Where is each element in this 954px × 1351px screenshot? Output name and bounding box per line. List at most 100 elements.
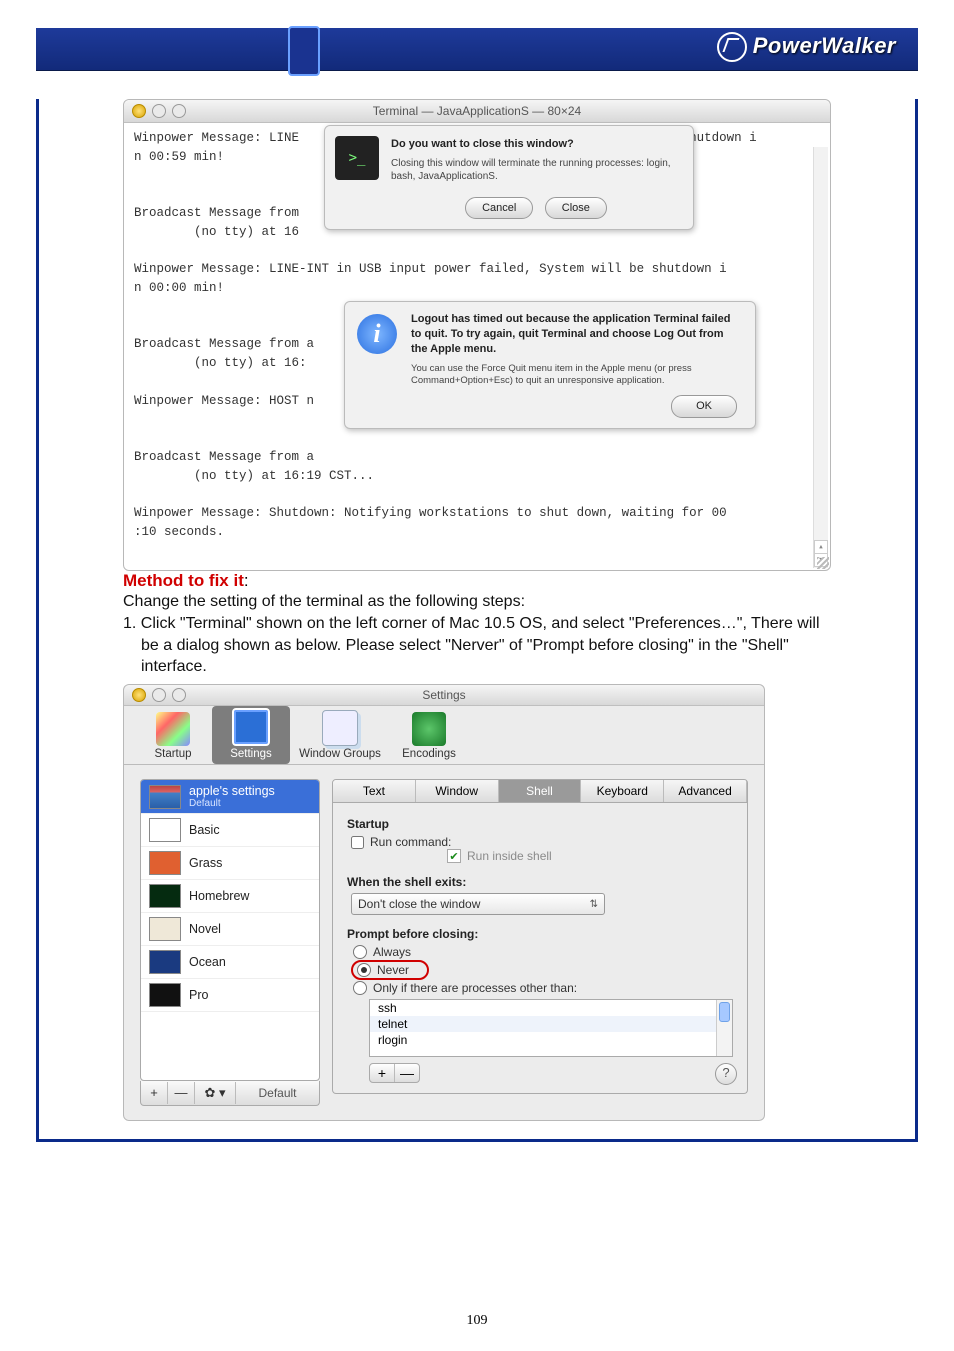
toolbar-startup[interactable]: Startup — [134, 710, 212, 764]
terminal-line: :10 seconds. — [134, 523, 820, 542]
startup-icon — [156, 712, 190, 746]
profile-label: Pro — [189, 988, 208, 1002]
fix-heading: Method to fix it: — [123, 571, 831, 591]
terminal-window: Terminal — JavaApplicationS — 80×24 ▴ ▾ … — [123, 99, 831, 571]
settings-window: Settings Startup Settings Window Groups … — [123, 684, 765, 1121]
close-dialog-title: Do you want to close this window? — [391, 136, 681, 153]
profile-item[interactable]: Novel — [141, 913, 319, 946]
powerwalker-icon — [717, 32, 747, 62]
profile-label: Novel — [189, 922, 221, 936]
terminal-scrollbar[interactable]: ▴ ▾ — [813, 147, 828, 568]
profiles-action-bar: + — ✿ ▾ Default — [140, 1081, 320, 1106]
close-window-dialog: >_ Do you want to close this window? Clo… — [324, 125, 694, 230]
terminal-line: n 00:00 min! — [134, 279, 820, 298]
profile-thumbnail-icon — [149, 917, 181, 941]
run-command-checkbox[interactable]: Run command: — [351, 835, 733, 849]
zoom-dot-icon[interactable] — [172, 688, 186, 702]
page-content: Terminal — JavaApplicationS — 80×24 ▴ ▾ … — [36, 99, 918, 1142]
settings-tabs: Text Window Shell Keyboard Advanced — [332, 779, 748, 803]
profile-thumbnail-icon — [149, 950, 181, 974]
window-groups-icon — [322, 710, 358, 746]
tab-keyboard[interactable]: Keyboard — [581, 780, 664, 802]
profile-label: Ocean — [189, 955, 226, 969]
profile-label: Grass — [189, 856, 222, 870]
close-dot-icon[interactable] — [132, 104, 146, 118]
terminal-line — [134, 429, 820, 448]
toolbar-encodings[interactable]: Encodings — [390, 710, 468, 764]
run-inside-shell-checkbox: ✔Run inside shell — [447, 849, 733, 863]
settings-title: Settings — [422, 688, 465, 702]
fix-intro: Change the setting of the terminal as th… — [123, 593, 831, 611]
profile-item[interactable]: Basic — [141, 814, 319, 847]
process-row[interactable]: rlogin — [370, 1032, 732, 1048]
close-button[interactable]: Close — [545, 197, 607, 220]
profile-thumbnail-icon — [149, 983, 181, 1007]
terminal-line — [134, 542, 820, 561]
window-controls[interactable] — [132, 688, 186, 702]
remove-profile-button[interactable]: — — [168, 1082, 195, 1104]
startup-section-label: Startup — [347, 817, 733, 831]
terminal-line: Winpower Message: LINE-INT in USB input … — [134, 260, 820, 279]
profile-label: apple's settingsDefault — [189, 784, 275, 809]
processes-scrollbar[interactable] — [716, 1000, 732, 1056]
prompt-always-radio[interactable]: Always — [353, 945, 733, 959]
profiles-column: apple's settingsDefault Basic Grass Homebre… — [140, 779, 320, 1106]
checked-icon: ✔ — [447, 849, 461, 863]
remove-process-button[interactable]: — — [395, 1064, 419, 1082]
prompt-onlyif-radio[interactable]: Only if there are processes other than: — [353, 981, 733, 995]
zoom-dot-icon[interactable] — [172, 104, 186, 118]
toolbar-window-groups[interactable]: Window Groups — [290, 708, 390, 764]
tab-shell[interactable]: Shell — [499, 780, 582, 802]
ok-button[interactable]: OK — [671, 395, 737, 418]
process-row[interactable]: ssh — [370, 1000, 732, 1016]
brand-logo: PowerWalker — [717, 32, 896, 62]
terminal-titlebar[interactable]: Terminal — JavaApplicationS — 80×24 — [124, 100, 830, 123]
when-exits-label: When the shell exits: — [347, 875, 733, 889]
profiles-list[interactable]: apple's settingsDefault Basic Grass Homebre… — [140, 779, 320, 1081]
toolbar-settings[interactable]: Settings — [212, 706, 290, 764]
profile-thumbnail-icon — [149, 785, 181, 809]
profile-item[interactable]: Ocean — [141, 946, 319, 979]
fix-step-1: 1. Click "Terminal" shown on the left co… — [141, 613, 831, 678]
profile-default-label: Default — [236, 1086, 319, 1100]
profile-item[interactable]: apple's settingsDefault — [141, 780, 319, 814]
header-splice — [288, 26, 320, 76]
shell-tab-pane: Startup Run command: ✔Run inside shell W… — [332, 803, 748, 1094]
settings-detail-column: Text Window Shell Keyboard Advanced Star… — [332, 779, 748, 1106]
page-number: 109 — [0, 1313, 954, 1329]
profile-thumbnail-icon — [149, 884, 181, 908]
close-dot-icon[interactable] — [132, 688, 146, 702]
terminal-line — [134, 485, 820, 504]
profile-item[interactable]: Pro — [141, 979, 319, 1012]
profile-thumbnail-icon — [149, 851, 181, 875]
resize-handle-icon[interactable] — [817, 557, 829, 569]
tab-text[interactable]: Text — [333, 780, 416, 802]
tab-window[interactable]: Window — [416, 780, 499, 802]
profile-gear-menu[interactable]: ✿ ▾ — [195, 1082, 236, 1104]
terminal-line: Broadcast Message from a — [134, 448, 820, 467]
settings-titlebar[interactable]: Settings — [124, 685, 764, 706]
header-bar: PowerWalker — [36, 28, 918, 71]
process-row[interactable]: telnet — [370, 1016, 732, 1032]
add-profile-button[interactable]: + — [141, 1082, 168, 1104]
minimize-dot-icon[interactable] — [152, 688, 166, 702]
logout-timeout-dialog: i Logout has timed out because the appli… — [344, 301, 756, 429]
tab-advanced[interactable]: Advanced — [664, 780, 747, 802]
shell-exit-select[interactable]: Don't close the window⇅ — [351, 893, 605, 915]
window-controls[interactable] — [132, 104, 186, 118]
minimize-dot-icon[interactable] — [152, 104, 166, 118]
process-add-remove-bar: + — — [369, 1063, 420, 1083]
encodings-icon — [412, 712, 446, 746]
terminal-body[interactable]: ▴ ▾ >_ Do you want to close this window?… — [124, 123, 830, 570]
processes-list[interactable]: sshtelnetrlogin — [369, 999, 733, 1057]
scrollbar-thumb[interactable] — [719, 1002, 730, 1022]
scroll-up-icon[interactable]: ▴ — [814, 540, 828, 554]
prompt-never-radio[interactable]: Never — [353, 962, 427, 978]
logout-dialog-title: Logout has timed out because the applica… — [411, 312, 741, 357]
add-process-button[interactable]: + — [370, 1064, 395, 1082]
profile-item[interactable]: Homebrew — [141, 880, 319, 913]
logout-dialog-body: You can use the Force Quit menu item in … — [411, 363, 741, 388]
cancel-button[interactable]: Cancel — [465, 197, 533, 220]
help-button[interactable]: ? — [715, 1063, 737, 1085]
profile-item[interactable]: Grass — [141, 847, 319, 880]
